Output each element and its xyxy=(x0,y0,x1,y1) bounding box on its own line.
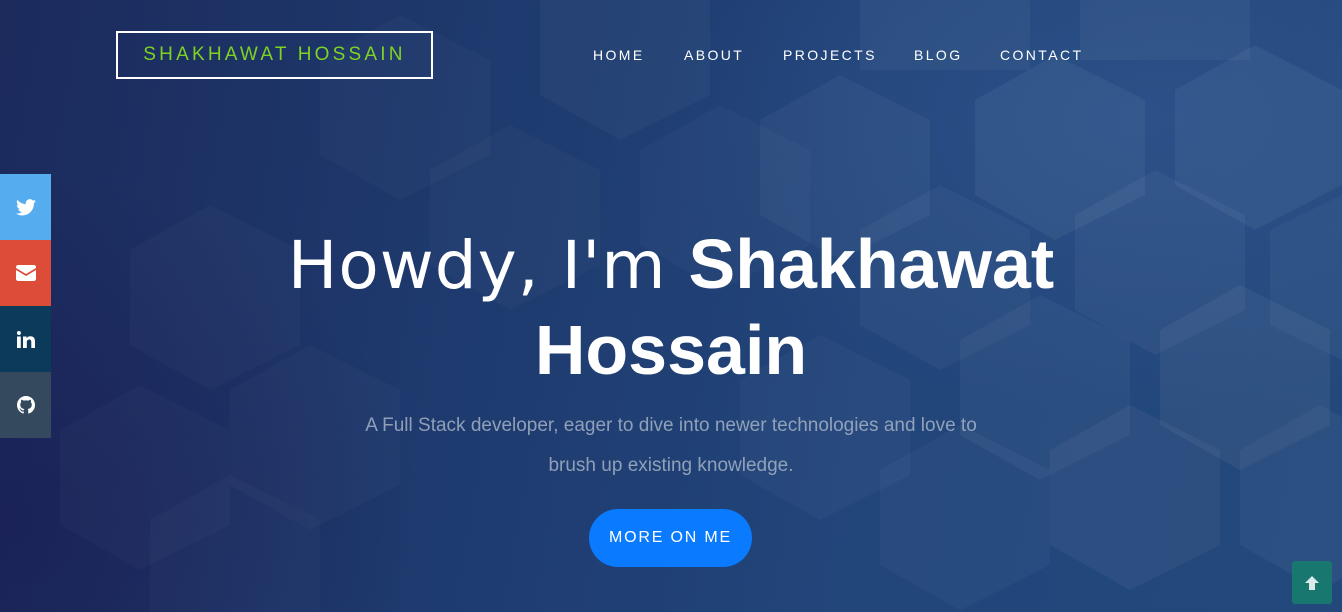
arrow-up-icon xyxy=(1305,575,1319,590)
nav-item-home[interactable]: HOME xyxy=(593,44,645,66)
hero-section: SHAKHAWAT HOSSAIN HOME ABOUT PROJECTS BL… xyxy=(0,0,1342,612)
hero-subtitle-line1: A Full Stack developer, eager to dive in… xyxy=(365,415,977,436)
hero-subtitle: A Full Stack developer, eager to dive in… xyxy=(321,406,1021,486)
linkedin-icon xyxy=(16,330,35,348)
hero-subtitle-line2: brush up existing knowledge. xyxy=(548,455,794,476)
more-on-me-button[interactable]: MORE ON ME xyxy=(589,509,752,567)
scroll-to-top-button[interactable] xyxy=(1292,561,1332,604)
github-button[interactable] xyxy=(0,372,51,438)
twitter-icon xyxy=(15,198,36,215)
site-logo[interactable]: SHAKHAWAT HOSSAIN xyxy=(116,31,433,79)
nav-item-blog[interactable]: BLOG xyxy=(914,44,963,66)
nav-item-about[interactable]: ABOUT xyxy=(684,44,744,66)
nav-item-projects[interactable]: PROJECTS xyxy=(783,44,877,66)
nav-item-contact[interactable]: CONTACT xyxy=(1000,44,1083,66)
social-sidebar xyxy=(0,174,51,438)
hero-name-last: Hossain xyxy=(534,311,808,389)
linkedin-button[interactable] xyxy=(0,306,51,372)
hero-name-first: Shakhawat xyxy=(688,225,1055,303)
twitter-button[interactable] xyxy=(0,174,51,240)
envelope-icon xyxy=(15,265,36,281)
email-button[interactable] xyxy=(0,240,51,306)
site-logo-text: SHAKHAWAT HOSSAIN xyxy=(143,44,406,65)
github-icon xyxy=(16,396,35,414)
hero-greeting: Howdy, I'm xyxy=(287,227,689,304)
hero-headline: Howdy, I'm Shakhawat Hossain xyxy=(221,222,1121,392)
